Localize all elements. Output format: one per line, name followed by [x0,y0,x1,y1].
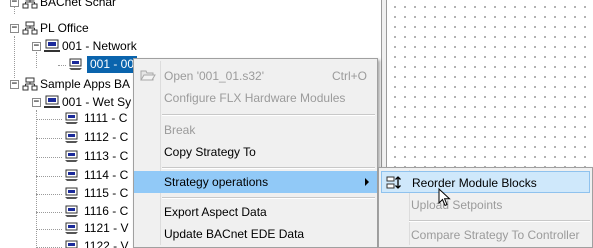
controller-icon [65,240,78,248]
menu-item-copy-strategy[interactable]: Copy Strategy To [134,141,377,163]
tree-connector [36,110,37,248]
tree-item-label: 1122 - V [84,239,129,248]
menu-item-compare-strategy[interactable]: Compare Strategy To Controller [379,224,592,246]
tree-item-label: 1111 - C [84,111,128,125]
tree-item-label: Sample Apps BA [40,77,131,91]
controller-icon [65,187,78,199]
menu-item-label: Copy Strategy To [164,145,256,159]
tree-item-label: 1112 - C [84,130,129,144]
tree-connector [36,52,37,68]
menu-item-label: Export Aspect Data [164,205,267,219]
tree-connector [36,119,62,120]
menu-item-update-bacnet-ede[interactable]: Update BACnet EDE Data [134,223,377,245]
context-menu: Open '001_01.s32' Ctrl+O Configure FLX H… [133,58,378,248]
tree-item-label: 1114 - C [84,168,129,182]
menu-item-strategy-operations[interactable]: Strategy operations [134,171,377,193]
menu-item-upload-setpoints[interactable]: Upload Setpoints [379,194,592,216]
tree-item-label: 1121 - V [84,221,129,235]
tree-item-label: BACnet Schar [40,0,117,9]
menu-item-label: Open '001_01.s32' [164,69,264,83]
tree-connector [58,65,66,66]
tree-item-label: 1115 - C [84,186,129,200]
menu-separator [162,114,375,116]
controller-icon [69,58,82,70]
tree-connector [36,194,62,195]
collapse-toggle[interactable]: − [10,0,19,7]
menu-item-export-aspect[interactable]: Export Aspect Data [134,201,377,223]
strategy-operations-submenu: Reorder Module Blocks Upload Setpoints C… [378,167,593,248]
mouse-pointer-icon [438,188,451,207]
menu-item-label: Reorder Module Blocks [412,176,537,190]
controller-icon [65,205,78,217]
tree-connector [36,229,62,230]
collapse-toggle[interactable]: − [10,80,19,89]
menu-item-label: Update BACnet EDE Data [164,227,305,241]
menu-separator [162,197,375,199]
network-computer-icon [22,0,38,9]
tree-connector [36,212,62,213]
menu-item-label: Strategy operations [164,175,269,189]
controller-icon [65,169,78,181]
tree-connector [14,36,15,78]
controller-icon [65,131,78,143]
controller-icon [65,112,78,124]
controller-icon [65,150,78,162]
menu-separator [162,167,375,169]
controller-icon [65,222,78,234]
menu-item-shortcut: Ctrl+O [331,69,367,83]
collapse-toggle[interactable]: − [32,42,41,51]
tree-connector [36,138,62,139]
collapse-toggle[interactable]: − [10,24,19,33]
submenu-arrow-icon [365,178,369,186]
network-computer-icon [44,39,60,52]
open-folder-icon [140,70,156,81]
tree-item-label: 1116 - C [84,204,129,218]
menu-item-label: Upload Setpoints [411,198,503,212]
menu-item-open[interactable]: Open '001_01.s32' Ctrl+O [134,65,377,87]
tree-item-label: PL Office [40,21,89,35]
tree-item-label: 001 - 00 [87,56,138,73]
tree-item-label: 001 - Wet Sy [62,95,132,109]
menu-item-label: Compare Strategy To Controller [411,228,580,242]
collapse-toggle[interactable]: − [32,98,41,107]
menu-item-label: Configure FLX Hardware Modules [164,91,346,105]
tree-item-label: 1113 - C [84,149,129,163]
tree-item-label: 001 - Network [62,39,137,53]
menu-item-configure-flx[interactable]: Configure FLX Hardware Modules [134,87,377,109]
network-computer-icon [44,95,60,108]
menu-separator [409,220,590,222]
menu-item-break[interactable]: Break [134,119,377,141]
menu-item-reorder-module-blocks[interactable]: Reorder Module Blocks [381,171,590,193]
network-computer-icon [22,77,38,91]
tree-connector [36,157,62,158]
reorder-blocks-icon [386,176,401,189]
network-computer-icon [22,21,38,35]
menu-item-label: Break [164,123,196,137]
tree-connector [36,176,62,177]
